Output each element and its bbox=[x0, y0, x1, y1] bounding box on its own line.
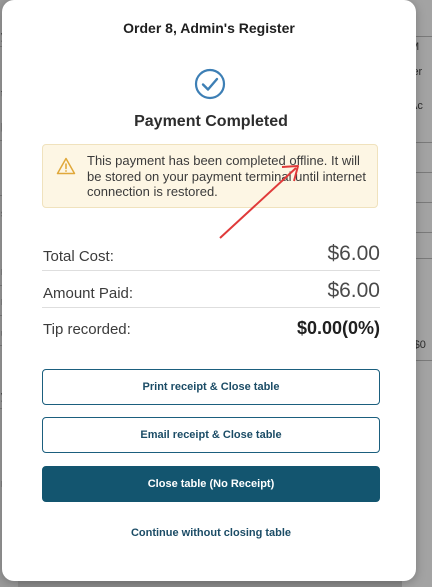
warning-icon bbox=[56, 157, 76, 175]
amount-paid-value: $6.00 bbox=[327, 279, 380, 302]
print-receipt-button[interactable]: Print receipt & Close table bbox=[42, 369, 380, 405]
tip-row: Tip recorded: $0.00(0%) bbox=[42, 313, 380, 347]
check-circle-icon bbox=[194, 68, 226, 100]
tip-value: $0.00(0%) bbox=[296, 318, 380, 338]
summary-divider bbox=[42, 270, 380, 271]
summary-divider bbox=[42, 307, 380, 308]
total-cost-value: $6.00 bbox=[327, 242, 380, 265]
offline-alert: This payment has been completed offline.… bbox=[42, 144, 378, 208]
amount-paid-row: Amount Paid: $6.00 bbox=[42, 277, 380, 311]
total-cost-row: Total Cost: $6.00 bbox=[42, 240, 380, 274]
total-cost-label: Total Cost: bbox=[43, 248, 114, 265]
tip-label: Tip recorded: bbox=[43, 321, 131, 338]
dialog-title: Order 8, Admin's Register bbox=[123, 20, 295, 36]
payment-completed-dialog: Order 8, Admin's Register Payment Comple… bbox=[2, 0, 416, 581]
amount-paid-label: Amount Paid: bbox=[43, 285, 134, 302]
payment-completed-heading: Payment Completed bbox=[134, 113, 288, 130]
offline-alert-text: This payment has been completed offline.… bbox=[87, 153, 366, 199]
close-table-button[interactable]: Close table (No Receipt) bbox=[42, 466, 380, 502]
email-receipt-button[interactable]: Email receipt & Close table bbox=[42, 417, 380, 453]
continue-without-closing-link[interactable]: Continue without closing table bbox=[2, 527, 420, 539]
